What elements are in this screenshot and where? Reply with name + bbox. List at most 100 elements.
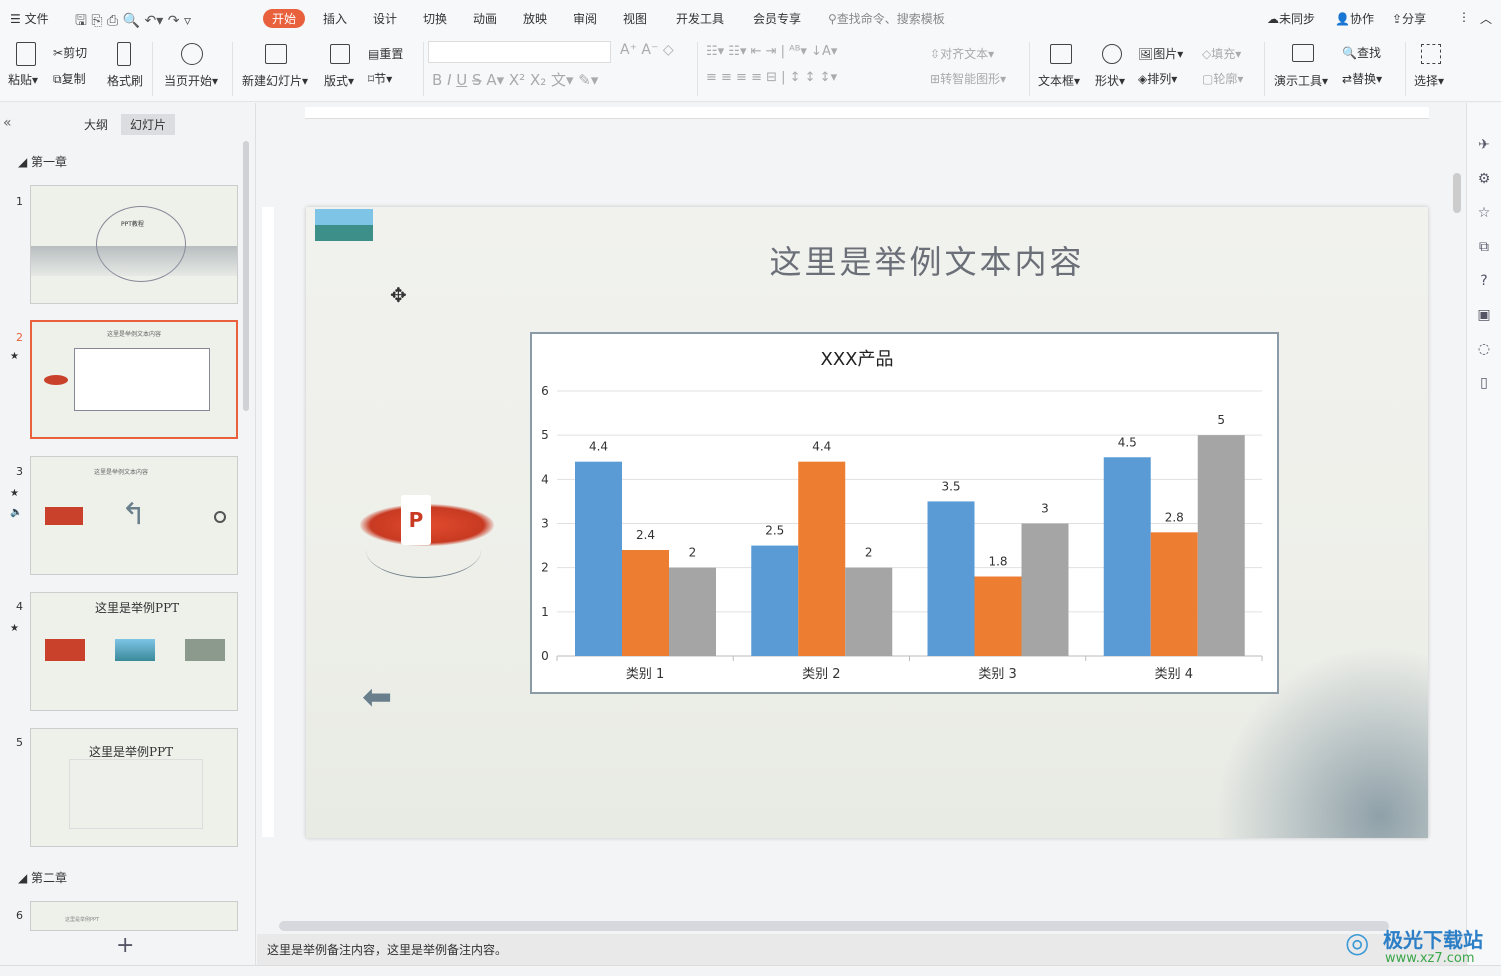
file-menu[interactable]: ☰ 文件 xyxy=(10,10,49,27)
section-2[interactable]: ◢ 第二章 xyxy=(18,869,67,886)
slide-thumb-6[interactable]: 这里是举例PPT xyxy=(30,901,238,931)
help-icon[interactable]: ? xyxy=(1480,273,1487,289)
format-painter-icon xyxy=(117,42,131,66)
y-tick-label: 2 xyxy=(541,561,549,575)
bar xyxy=(974,576,1022,656)
quick-access-icons[interactable]: 🖫 ⎘ ⎙ 🔍 ↶▾ ↷ ▿ xyxy=(75,10,191,34)
section-button[interactable]: ⌑节▾ xyxy=(368,70,392,87)
shape-icon xyxy=(1102,44,1122,64)
slide-number: 6 xyxy=(16,909,23,922)
collapse-ribbon-icon[interactable]: ︿ xyxy=(1480,10,1492,27)
menu-bar: ☰ 文件 🖫 ⎘ ⎙ 🔍 ↶▾ ↷ ▿ 开始 插入 设计 切换 动画 放映 审阅… xyxy=(0,0,1501,36)
back-arrow-icon[interactable]: ⬅ xyxy=(362,677,392,718)
outline-button[interactable]: ▢轮廓▾ xyxy=(1202,70,1243,87)
find-button[interactable]: 🔍查找 xyxy=(1342,44,1381,61)
data-label: 1.8 xyxy=(988,555,1007,569)
arrange-button[interactable]: ◈排列▾ xyxy=(1138,70,1177,87)
data-label: 4.4 xyxy=(812,440,831,454)
right-toolbar: ✈ ⚙ ☆ ⧉ ? ▣ ◌ ▯ xyxy=(1466,103,1501,965)
shape-button[interactable]: 形状▾ xyxy=(1095,72,1125,89)
notes-pane[interactable]: 这里是举例备注内容，这里是举例备注内容。 xyxy=(257,934,1466,965)
y-tick-label: 4 xyxy=(541,472,549,486)
properties-icon[interactable]: ⚙ xyxy=(1478,171,1491,187)
slide-thumb-5[interactable]: 这里是举例PPT xyxy=(30,728,238,847)
font-size-buttons[interactable]: A⁺ A⁻ ◇ xyxy=(620,42,674,58)
panel-scrollbar[interactable] xyxy=(243,141,249,411)
sync-button[interactable]: ☁未同步 xyxy=(1267,10,1315,27)
presenter-tools-button[interactable]: 演示工具▾ xyxy=(1274,72,1328,89)
copy-icon[interactable]: ⧉ xyxy=(1479,239,1489,255)
replace-button[interactable]: ⇄替换▾ xyxy=(1342,70,1382,87)
tab-review[interactable]: 审阅 xyxy=(573,10,597,27)
tab-developer[interactable]: 开发工具 xyxy=(676,10,724,27)
notes-text[interactable]: 这里是举例备注内容，这里是举例备注内容。 xyxy=(267,941,507,958)
format-painter-button[interactable]: 格式刷 xyxy=(107,72,143,89)
file-label: 文件 xyxy=(24,12,49,26)
vertical-scrollbar[interactable] xyxy=(1453,173,1461,213)
tab-view[interactable]: 视图 xyxy=(623,10,647,27)
bar xyxy=(669,567,716,656)
textbox-button[interactable]: 文本框▾ xyxy=(1038,72,1080,89)
y-tick-label: 6 xyxy=(541,384,549,398)
horizontal-ruler xyxy=(305,107,1429,119)
bar xyxy=(1103,457,1151,656)
tab-outline[interactable]: 大纲 xyxy=(84,116,108,133)
cut-button[interactable]: ✂剪切 xyxy=(53,44,87,61)
chart[interactable]: XXX产品 0 1 2 3 4 5 6 类别 1 4.4 2.4 2 类别 2 2.5 4.4 2 类别 3 3.… xyxy=(530,332,1279,694)
slide-thumb-3[interactable]: 这里是举例文本内容 ↰ xyxy=(30,456,238,575)
tab-member[interactable]: 会员专享 xyxy=(753,10,801,27)
data-label: 3.5 xyxy=(941,479,960,493)
align-buttons[interactable]: ≡ ≡ ≡ ≡ ⊟ | ↕ ↕ ↕▾ xyxy=(706,70,837,85)
reset-button[interactable]: ▤重置 xyxy=(368,45,403,62)
animation-star-icon: ★ xyxy=(10,623,19,634)
font-name-select[interactable] xyxy=(428,41,611,63)
sound-icon: 🔈 xyxy=(10,507,23,518)
tab-insert[interactable]: 插入 xyxy=(323,10,347,27)
tab-design[interactable]: 设计 xyxy=(373,10,397,27)
share-button[interactable]: ⇪分享 xyxy=(1392,10,1426,27)
tab-animation[interactable]: 动画 xyxy=(473,10,497,27)
collab-label: 协作 xyxy=(1349,12,1374,26)
star-icon[interactable]: ☆ xyxy=(1478,205,1491,221)
x-tick-label: 类别 3 xyxy=(978,667,1016,682)
bulb-icon[interactable]: ◌ xyxy=(1478,341,1490,357)
slide-thumb-4[interactable]: 这里是举例PPT xyxy=(30,592,238,711)
animation-icon[interactable]: ✈ xyxy=(1478,137,1490,153)
sync-label: 未同步 xyxy=(1279,12,1316,26)
fill-button[interactable]: ◇填充▾ xyxy=(1202,45,1241,62)
y-tick-label: 5 xyxy=(541,428,549,442)
y-tick-label: 0 xyxy=(541,649,549,663)
image-icon[interactable]: ▣ xyxy=(1477,307,1490,323)
collapse-panel-icon[interactable]: « xyxy=(3,115,12,131)
smart-art-button[interactable]: ⊞转智能图形▾ xyxy=(930,70,1006,87)
select-button[interactable]: 选择▾ xyxy=(1414,72,1444,89)
add-slide-icon[interactable]: + xyxy=(116,933,134,958)
tab-slideshow[interactable]: 放映 xyxy=(523,10,547,27)
layout-button[interactable]: 版式▾ xyxy=(324,72,354,89)
new-slide-button[interactable]: 新建幻灯片▾ xyxy=(242,72,308,89)
slide-thumb-2[interactable]: 这里是举例文本内容 xyxy=(30,320,238,439)
bar xyxy=(622,550,669,656)
font-style-buttons[interactable]: B I U S̶ A▾ X² X₂ 文▾ ✎▾ xyxy=(432,69,598,90)
picture-button[interactable]: 🖼图片▾ xyxy=(1138,45,1183,62)
search-command[interactable]: ⚲查找命令、搜索模板 xyxy=(828,10,945,27)
slide-thumb-1[interactable]: PPT教程 xyxy=(30,185,238,304)
play-from-current-button[interactable]: 当页开始▾ xyxy=(164,72,218,89)
tab-slides[interactable]: 幻灯片 xyxy=(121,114,176,135)
list-buttons[interactable]: ☷▾ ☷▾ ⇤ ⇥ | ᴬᴮ▾ ↓A▾ xyxy=(706,44,837,59)
slide-title[interactable]: 这里是举例文本内容 xyxy=(306,237,1428,283)
horizontal-scrollbar[interactable] xyxy=(279,921,1389,931)
textbox-icon xyxy=(1050,44,1072,64)
tab-home[interactable]: 开始 xyxy=(263,9,306,28)
collab-button[interactable]: 👤协作 xyxy=(1335,10,1374,27)
book-icon[interactable]: ▯ xyxy=(1480,375,1488,391)
bar xyxy=(575,461,622,656)
section-1[interactable]: ◢ 第一章 xyxy=(18,153,67,170)
more-icon[interactable]: ⋮ xyxy=(1458,10,1470,24)
slide-number: 3 xyxy=(16,465,23,478)
copy-button[interactable]: ⧉复制 xyxy=(53,70,86,87)
paste-button[interactable]: 粘贴▾ xyxy=(8,71,38,88)
watermark-logo: ◎ 极光下载站 www.xz7.com xyxy=(1345,926,1483,966)
tab-transition[interactable]: 切换 xyxy=(423,10,447,27)
align-text-button[interactable]: ⇳对齐文本▾ xyxy=(930,45,994,62)
